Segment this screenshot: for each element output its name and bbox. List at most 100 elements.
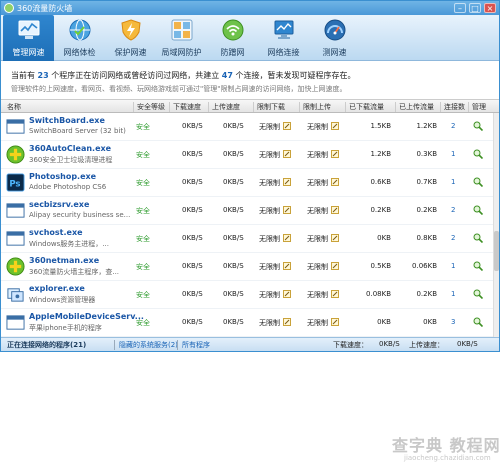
summary-hint: 管理软件的上网速度，看网页、看视频、玩网络游戏前可通过"管理"限制占网速的访问网…	[11, 85, 347, 93]
connection-count[interactable]: 1	[451, 290, 455, 298]
limit-upload[interactable]: 无限制	[307, 234, 339, 244]
edit-icon[interactable]	[331, 206, 339, 214]
col-connections[interactable]: 连接数	[440, 102, 465, 112]
tab-connecting-programs[interactable]: 正在连接网络的程序(21)	[7, 340, 86, 350]
limit-upload[interactable]: 无限制	[307, 206, 339, 216]
col-down-speed[interactable]: 下载速度	[169, 102, 201, 112]
magnifier-icon[interactable]	[473, 261, 483, 271]
connection-count[interactable]: 2	[451, 206, 455, 214]
table-row[interactable]: 360AutoClean.exe 360安全卫士垃圾清理进程 安全 0KB/S 0KB/…	[1, 141, 493, 169]
svg-text:Ps: Ps	[9, 179, 20, 189]
connection-count[interactable]: 1	[451, 262, 455, 270]
magnifier-icon[interactable]	[473, 205, 483, 215]
limit-download[interactable]: 无限制	[259, 122, 291, 132]
edit-icon[interactable]	[283, 206, 291, 214]
edit-icon[interactable]	[283, 150, 291, 158]
edit-icon[interactable]	[331, 290, 339, 298]
limit-download-value: 无限制	[259, 319, 280, 327]
limit-download[interactable]: 无限制	[259, 206, 291, 216]
table-row[interactable]: SwitchBoard.exe SwitchBoard Server (32 bi…	[1, 113, 493, 141]
connection-count[interactable]: 2	[451, 234, 455, 242]
edit-icon[interactable]	[331, 178, 339, 186]
edit-icon[interactable]	[331, 262, 339, 270]
connection-count[interactable]: 1	[451, 178, 455, 186]
limit-download[interactable]: 无限制	[259, 262, 291, 272]
tab-label: 保护网速	[114, 48, 147, 57]
process-desc: 360安全卫士垃圾清理进程	[29, 156, 113, 164]
edit-icon[interactable]	[283, 178, 291, 186]
downloaded-traffic: 0.08KB	[366, 290, 391, 298]
minimize-button[interactable]: –	[454, 3, 466, 13]
tab-manage-speed[interactable]: 管理网速	[3, 15, 54, 61]
process-name: secbizsrv.exe	[29, 200, 90, 209]
limit-download[interactable]: 无限制	[259, 318, 291, 328]
close-button[interactable]: ×	[484, 3, 496, 13]
tab-anti-freeload[interactable]: 防蹭网	[207, 15, 258, 61]
limit-upload-value: 无限制	[307, 319, 328, 327]
col-limit-up[interactable]: 限制上传	[299, 102, 331, 112]
limit-upload[interactable]: 无限制	[307, 150, 339, 160]
table-row[interactable]: explorer.exe Windows资源管理器 安全 0KB/S 0KB/S 无限制 无…	[1, 281, 493, 309]
limit-upload[interactable]: 无限制	[307, 318, 339, 328]
security-level: 安全	[136, 207, 150, 215]
magnifier-icon[interactable]	[473, 121, 483, 131]
table-row[interactable]: 360netman.exe 360流量防火墙主程序，查... 安全 0KB/S 0KB/…	[1, 253, 493, 281]
limit-upload[interactable]: 无限制	[307, 178, 339, 188]
watermark-url: jiaocheng.chazidian.com	[404, 454, 491, 462]
tab-all-programs[interactable]: 所有程序	[182, 340, 210, 350]
limit-download[interactable]: 无限制	[259, 178, 291, 188]
edit-icon[interactable]	[331, 234, 339, 242]
edit-icon[interactable]	[331, 122, 339, 130]
process-desc: Windows服务主进程，...	[29, 240, 109, 248]
magnifier-icon[interactable]	[473, 317, 483, 327]
magnifier-icon[interactable]	[473, 149, 483, 159]
maximize-button[interactable]: □	[469, 3, 481, 13]
col-limit-down[interactable]: 限制下载	[253, 102, 285, 112]
limit-download[interactable]: 无限制	[259, 290, 291, 300]
tab-hidden-services[interactable]: 隐藏的系统服务(2)	[119, 340, 178, 350]
vertical-scrollbar[interactable]	[493, 113, 499, 337]
downloaded-traffic: 0.6KB	[370, 178, 391, 186]
upload-speed: 0KB/S	[223, 234, 244, 242]
process-desc: SwitchBoard Server (32 bit)	[29, 127, 126, 135]
magnifier-icon[interactable]	[473, 289, 483, 299]
limit-upload[interactable]: 无限制	[307, 122, 339, 132]
tab-protect-speed[interactable]: 保护网速	[105, 15, 156, 61]
process-name: 360netman.exe	[29, 256, 100, 265]
limit-download[interactable]: 无限制	[259, 234, 291, 244]
network-connection-icon	[274, 20, 294, 39]
table-row[interactable]: svchost.exe Windows服务主进程，... 安全 0KB/S 0KB/S 无…	[1, 225, 493, 253]
table-row[interactable]: Ps Photoshop.exe Adobe Photoshop CS6 安全 0KB/…	[1, 169, 493, 197]
edit-icon[interactable]	[283, 122, 291, 130]
limit-download[interactable]: 无限制	[259, 150, 291, 160]
edit-icon[interactable]	[331, 318, 339, 326]
connection-count[interactable]: 2	[451, 122, 455, 130]
col-downloaded[interactable]: 已下载流量	[345, 102, 384, 112]
tab-lan-protect[interactable]: 局域网防护	[156, 15, 207, 61]
edit-icon[interactable]	[283, 290, 291, 298]
col-security[interactable]: 安全等级	[133, 102, 165, 112]
speed-monitor-icon	[18, 20, 40, 39]
edit-icon[interactable]	[283, 262, 291, 270]
limit-upload[interactable]: 无限制	[307, 262, 339, 272]
limit-upload[interactable]: 无限制	[307, 290, 339, 300]
tab-speed-test[interactable]: 测网速	[309, 15, 360, 61]
connection-count[interactable]: 1	[451, 150, 455, 158]
col-uploaded[interactable]: 已上传流量	[395, 102, 434, 112]
edit-icon[interactable]	[283, 234, 291, 242]
scrollbar-thumb[interactable]	[494, 231, 499, 271]
edit-icon[interactable]	[283, 318, 291, 326]
col-up-speed[interactable]: 上传速度	[208, 102, 240, 112]
col-manage[interactable]: 管理	[468, 102, 486, 112]
limit-download-value: 无限制	[259, 291, 280, 299]
col-name[interactable]: 名称	[7, 102, 21, 112]
table-row[interactable]: secbizsrv.exe Alipay security business se…	[1, 197, 493, 225]
limit-upload-value: 无限制	[307, 291, 328, 299]
magnifier-icon[interactable]	[473, 177, 483, 187]
magnifier-icon[interactable]	[473, 233, 483, 243]
table-row[interactable]: AppleMobileDeviceServ... 苹果iphone手机的程序 安全 0…	[1, 309, 493, 337]
tab-network-connection[interactable]: 网络连接	[258, 15, 309, 61]
edit-icon[interactable]	[331, 150, 339, 158]
connection-count[interactable]: 3	[451, 318, 455, 326]
tab-network-checkup[interactable]: 网络体检	[54, 15, 105, 61]
